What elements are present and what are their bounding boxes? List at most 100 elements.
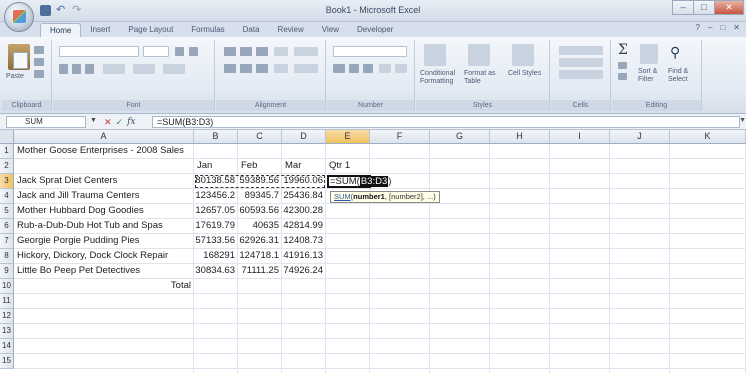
cell-feb-value[interactable]: 60593.56 [238,204,282,219]
row-header-13[interactable]: 13 [0,324,14,339]
cell-jan-value[interactable]: 57133.56 [194,234,238,249]
close-button[interactable]: ✕ [714,0,744,15]
cell-c2-feb[interactable]: Feb [238,159,282,174]
row-header-1[interactable]: 1 [0,144,14,159]
row-header-11[interactable]: 11 [0,294,14,309]
comma-icon[interactable] [363,64,373,73]
cell-mar-value[interactable]: 19960.06 [282,174,326,189]
row-header-7[interactable]: 7 [0,234,14,249]
fill-icon[interactable] [618,62,627,69]
column-header-f[interactable]: F [370,130,430,144]
column-header-a[interactable]: A [14,130,194,144]
name-box-dropdown-icon[interactable]: ▼ [90,117,97,124]
ribbon-restore-button[interactable]: □ [720,23,725,32]
cell-jan-value[interactable]: 17619.79 [194,219,238,234]
tab-formulas[interactable]: Formulas [182,23,233,37]
clear-icon[interactable] [618,73,627,80]
cell-company-name[interactable]: Little Bo Peep Pet Detectives [14,264,194,279]
wrap-text-icon[interactable] [294,47,318,56]
maximize-button[interactable]: □ [693,0,715,15]
decrease-decimal-icon[interactable] [395,64,407,73]
cell-mar-value[interactable]: 74926.24 [282,264,326,279]
cell-jan-value[interactable]: 168291 [194,249,238,264]
number-format-dropdown[interactable] [333,46,407,57]
insert-function-icon[interactable]: fx [127,116,135,128]
column-header-c[interactable]: C [238,130,282,144]
shrink-font-icon[interactable] [189,47,198,56]
cell-mar-value[interactable]: 42300.28 [282,204,326,219]
ribbon-minimize-button[interactable]: – [708,23,712,32]
percent-icon[interactable] [349,64,359,73]
row-header-4[interactable]: 4 [0,189,14,204]
row-header-2[interactable]: 2 [0,159,14,174]
copy-icon[interactable] [34,58,44,66]
delete-cells-button[interactable] [559,58,603,67]
cell-feb-value[interactable]: 59389.56 [238,174,282,189]
row-header-6[interactable]: 6 [0,219,14,234]
tooltip-function-name[interactable]: SUM [334,192,351,201]
orientation-icon[interactable] [274,47,288,56]
cancel-icon[interactable]: ✕ [104,116,112,128]
cell-d2-mar[interactable]: Mar [282,159,326,174]
cell-styles-icon[interactable] [512,44,534,66]
autosum-icon[interactable]: Σ [618,42,628,58]
minimize-button[interactable]: – [672,0,694,15]
row-header-9[interactable]: 9 [0,264,14,279]
cell-feb-value[interactable]: 124718.1 [238,249,282,264]
office-button[interactable] [4,2,34,32]
column-header-e[interactable]: E [326,130,370,144]
ribbon-close-button[interactable]: ✕ [733,23,740,32]
italic-icon[interactable] [72,64,81,74]
row-header-5[interactable]: 5 [0,204,14,219]
align-center-icon[interactable] [240,64,252,73]
cell-feb-value[interactable]: 71111.25 [238,264,282,279]
tab-data[interactable]: Data [234,23,269,37]
format-painter-icon[interactable] [34,70,44,78]
row-header-10[interactable]: 10 [0,279,14,294]
grow-font-icon[interactable] [175,47,184,56]
cell-mar-value[interactable]: 41916.13 [282,249,326,264]
enter-icon[interactable]: ✓ [116,116,124,128]
indent-icon[interactable] [274,64,288,73]
align-bottom-icon[interactable] [256,47,268,56]
tab-developer[interactable]: Developer [348,23,402,37]
paste-icon[interactable] [8,44,30,70]
font-name-dropdown[interactable] [59,46,139,57]
cut-icon[interactable] [34,46,44,54]
tab-page-layout[interactable]: Page Layout [119,23,182,37]
cell-e2-qtr1[interactable]: Qtr 1 [326,159,370,174]
cell-company-name[interactable]: Rub-a-Dub-Dub Hot Tub and Spas [14,219,194,234]
column-header-h[interactable]: H [490,130,550,144]
align-middle-icon[interactable] [240,47,252,56]
active-cell-e3[interactable]: =SUM(B3:D3) [327,175,391,188]
cell-feb-value[interactable]: 40635 [238,219,282,234]
underline-icon[interactable] [85,64,94,74]
cell-jan-value[interactable]: 123456.2 [194,189,238,204]
insert-cells-button[interactable] [559,46,603,55]
help-icon[interactable]: ? [696,23,700,32]
name-box[interactable]: SUM [6,116,86,128]
row-header-8[interactable]: 8 [0,249,14,264]
sort-filter-icon[interactable] [640,44,658,64]
currency-icon[interactable] [333,64,345,73]
cell-company-name[interactable]: Jack Sprat Diet Centers [14,174,194,189]
formula-input[interactable]: =SUM(B3:D3) [152,116,740,128]
format-cells-button[interactable] [559,70,603,79]
column-header-k[interactable]: K [670,130,746,144]
cell-a1-title[interactable]: Mother Goose Enterprises - 2008 Sales [14,144,274,159]
cell-mar-value[interactable]: 12408.73 [282,234,326,249]
row-header-12[interactable]: 12 [0,309,14,324]
font-color-icon[interactable] [163,64,185,74]
select-all-corner[interactable] [0,130,14,144]
format-as-table-icon[interactable] [468,44,490,66]
conditional-formatting-icon[interactable] [424,44,446,66]
column-header-j[interactable]: J [610,130,670,144]
cell-company-name[interactable]: Jack and Jill Trauma Centers [14,189,194,204]
bold-icon[interactable] [59,64,68,74]
cell-feb-value[interactable]: 62926.31 [238,234,282,249]
cell-company-name[interactable]: Mother Hubbard Dog Goodies [14,204,194,219]
tab-insert[interactable]: Insert [81,23,119,37]
row-header-3[interactable]: 3 [0,174,14,189]
cell-jan-value[interactable]: 80138.58 [194,174,238,189]
cell-company-name[interactable]: Hickory, Dickory, Dock Clock Repair [14,249,194,264]
